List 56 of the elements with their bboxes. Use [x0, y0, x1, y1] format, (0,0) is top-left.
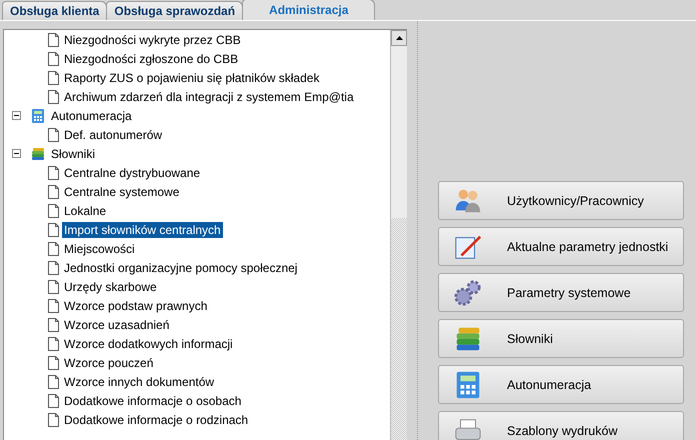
document-icon — [48, 318, 59, 332]
tab[interactable]: Obsługa sprawozdań — [106, 1, 244, 20]
menu-button[interactable]: Słowniki — [438, 319, 684, 358]
menu-button[interactable]: Aktualne parametry jednostki — [438, 227, 684, 266]
document-icon — [48, 52, 59, 66]
document-icon — [48, 336, 59, 350]
tree-item[interactable]: Lokalne — [62, 202, 108, 218]
menu-button[interactable]: Parametry systemowe — [438, 273, 684, 312]
document-icon — [48, 412, 59, 426]
menu-button[interactable]: Autonumeracja — [438, 365, 684, 404]
document-icon — [48, 70, 59, 84]
tree-item[interactable]: Wzorce dodatkowych informacji — [62, 336, 235, 352]
document-icon — [48, 184, 59, 198]
calculator-icon — [30, 108, 46, 124]
document-icon — [48, 298, 59, 312]
tab[interactable]: Obsługa klienta — [2, 1, 108, 20]
tree-item[interactable]: Słowniki — [49, 146, 98, 162]
tree-item[interactable]: Def. autonumerów — [62, 126, 164, 142]
tree-item[interactable]: Centralne dystrybuowane — [62, 164, 202, 180]
menu-button[interactable]: Użytkownicy/Pracownicy — [438, 181, 684, 220]
gears-icon — [453, 278, 483, 308]
tree-item[interactable]: Import słowników centralnych — [62, 222, 223, 238]
tree-item[interactable]: Centralne systemowe — [62, 184, 182, 200]
tree-item[interactable]: Wzorce pouczeń — [62, 354, 156, 370]
document-icon — [48, 374, 59, 388]
tree-item[interactable]: Autonumeracja — [49, 108, 134, 124]
books-icon — [30, 146, 46, 162]
document-icon — [48, 356, 59, 370]
tree-item[interactable]: Dodatkowe informacje o rodzinach — [62, 412, 250, 428]
document-icon — [48, 242, 59, 256]
tree-item[interactable]: Raporty ZUS o pojawieniu się płatników składek — [62, 70, 322, 86]
collapse-icon[interactable] — [12, 149, 21, 158]
collapse-icon[interactable] — [12, 111, 21, 120]
document-icon — [48, 166, 59, 180]
document-icon — [48, 394, 59, 408]
tree-item[interactable]: Niezgodności wykryte przez CBB — [62, 32, 243, 48]
tree-item[interactable]: Wzorce innych dokumentów — [62, 374, 216, 390]
tree-item[interactable]: Jednostki organizacyjne pomocy społecznej — [62, 260, 300, 276]
tree-item[interactable]: Urzędy skarbowe — [62, 278, 159, 294]
document-icon — [48, 204, 59, 218]
document-icon — [48, 90, 59, 104]
document-icon — [48, 128, 59, 142]
tree-item[interactable]: Niezgodności zgłoszone do CBB — [62, 50, 240, 66]
tab[interactable]: Administracja — [242, 0, 376, 20]
document-icon — [48, 222, 59, 236]
tree-item[interactable]: Wzorce uzasadnień — [62, 316, 172, 332]
tree-item[interactable]: Wzorce podstaw prawnych — [62, 298, 210, 314]
document-icon — [48, 32, 59, 46]
menu-button[interactable]: Szablony wydruków — [438, 411, 684, 440]
document-icon — [48, 260, 59, 274]
document-icon — [48, 280, 59, 294]
tree-item[interactable]: Miejscowości — [62, 240, 137, 256]
scrollbar[interactable] — [390, 30, 407, 440]
up-arrow-icon[interactable] — [396, 36, 402, 40]
tree-item[interactable]: Archiwum zdarzeń dla integracji z systemem Emp@tia — [62, 88, 356, 104]
tree-item[interactable]: Dodatkowe informacje o osobach — [62, 392, 244, 408]
